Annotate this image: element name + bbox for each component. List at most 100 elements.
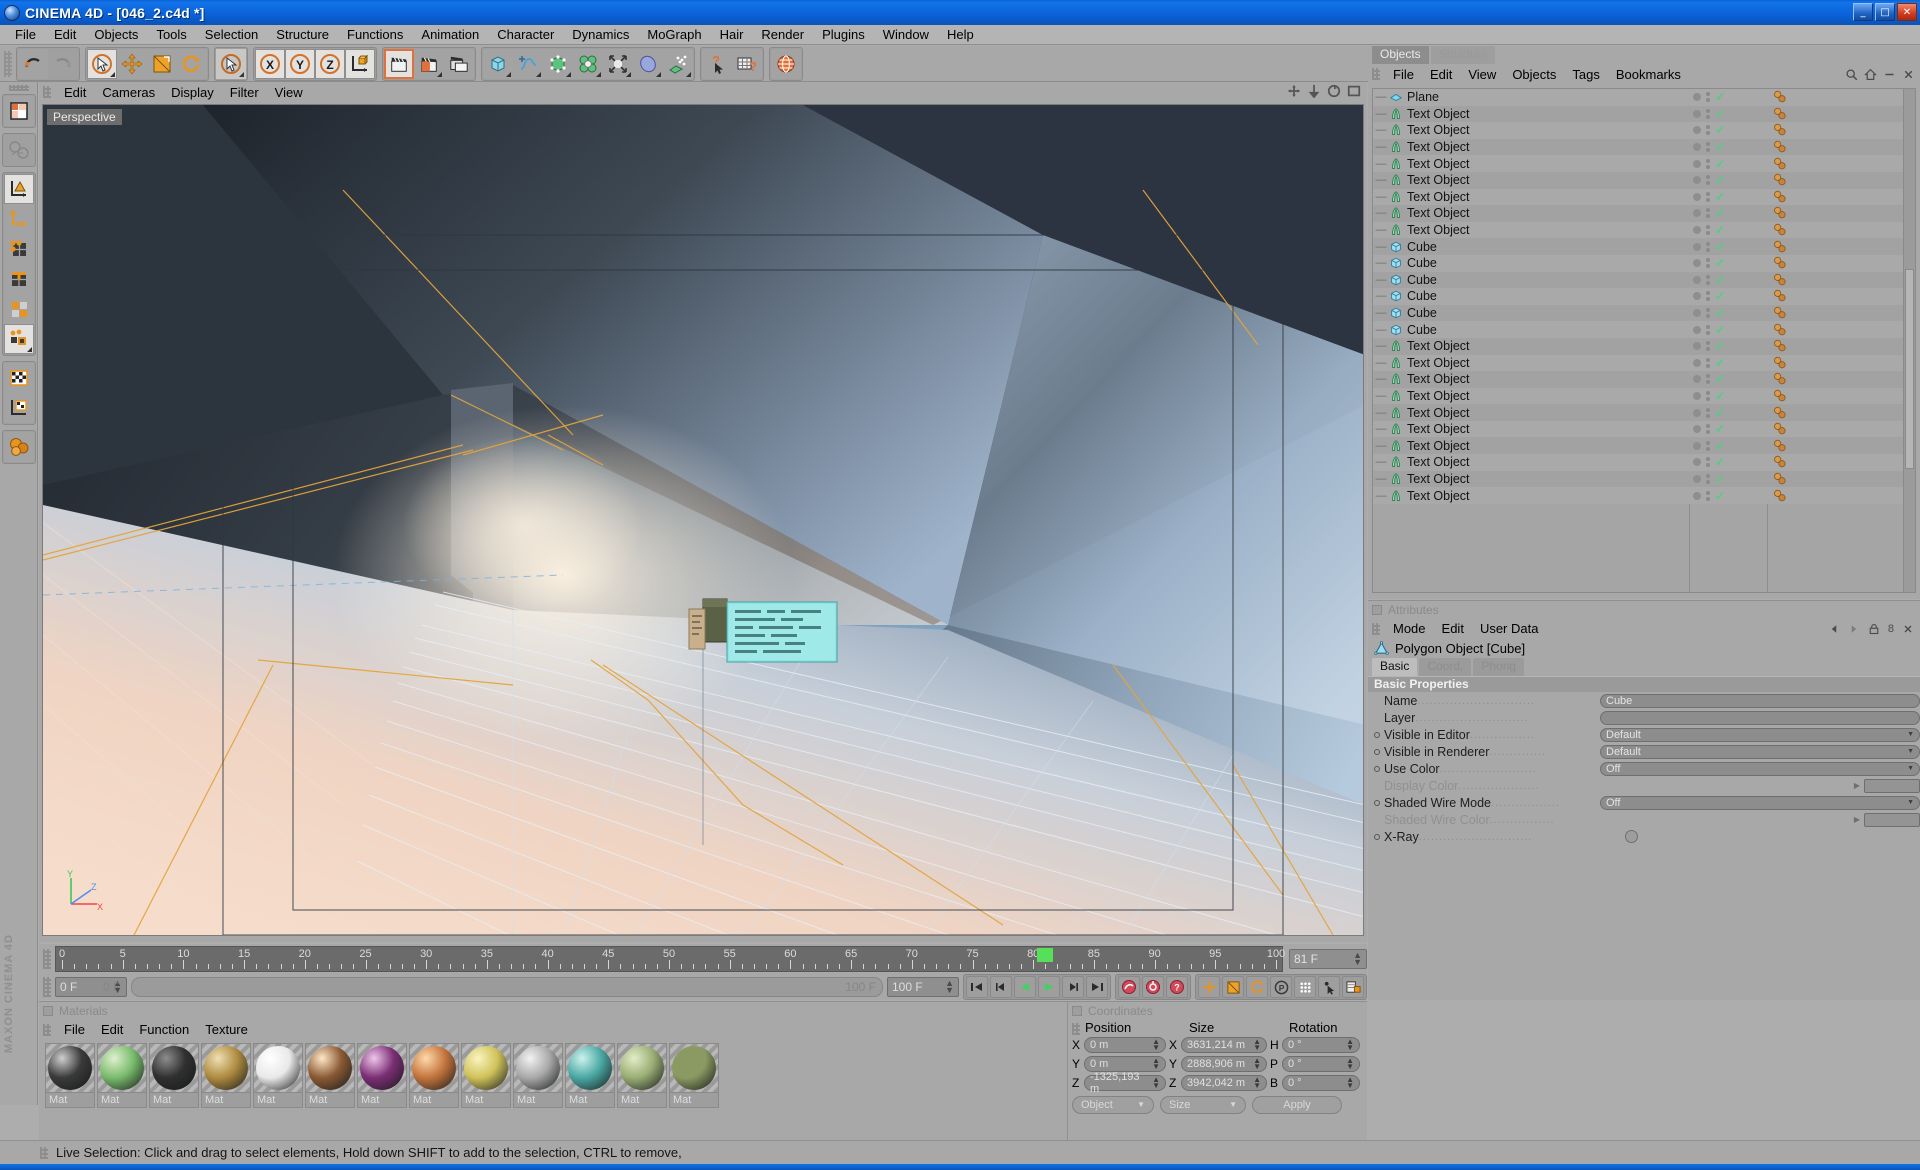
material-item[interactable]: Mat	[97, 1043, 147, 1108]
undo-button[interactable]	[18, 48, 48, 79]
table-row[interactable]: — Text Object ✓	[1373, 171, 1915, 189]
hypernurbs-button[interactable]	[543, 48, 573, 79]
object-tags[interactable]	[1771, 339, 1793, 353]
material-preview[interactable]	[149, 1043, 199, 1093]
material-item[interactable]: Mat	[513, 1043, 563, 1108]
table-row[interactable]: — Text Object ✓	[1373, 337, 1915, 355]
visibility-toggle-dots[interactable]	[1706, 308, 1710, 319]
object-tags[interactable]	[1771, 256, 1793, 270]
material-preview[interactable]	[253, 1043, 303, 1093]
objects-menu-tags[interactable]: Tags	[1564, 67, 1607, 82]
material-item[interactable]: Mat	[253, 1043, 303, 1108]
render-region-button[interactable]	[414, 48, 444, 79]
play-backward-button[interactable]	[1014, 976, 1036, 998]
visibility-toggle-dots[interactable]	[1706, 258, 1710, 269]
visibility-editor-dot[interactable]	[1693, 458, 1701, 467]
apply-button[interactable]: Apply	[1252, 1095, 1342, 1114]
visibility-toggle-dots[interactable]	[1706, 390, 1710, 401]
attributes-menu-edit[interactable]: Edit	[1434, 621, 1472, 636]
material-preview[interactable]	[513, 1043, 563, 1093]
prev-arrow-icon[interactable]	[1828, 623, 1840, 635]
visibility-toggle-dots[interactable]	[1706, 142, 1710, 153]
property-bullet-icon[interactable]	[1374, 799, 1380, 806]
object-tags[interactable]	[1771, 240, 1793, 254]
objects-tree[interactable]: — Plane ✓ — Text Object ✓ — Text Object ✓ — Text O…	[1372, 88, 1916, 593]
visibility-editor-dot[interactable]	[1693, 259, 1701, 268]
property-bullet-icon[interactable]	[1374, 748, 1380, 755]
enabled-check-icon[interactable]: ✓	[1715, 240, 1725, 254]
status-bar-grip[interactable]	[40, 1146, 48, 1159]
object-tags[interactable]	[1771, 472, 1793, 486]
visibility-toggle-dots[interactable]	[1706, 374, 1710, 385]
menu-item-render[interactable]: Render	[752, 26, 813, 43]
coordinates-panel-checkbox[interactable]	[1072, 1006, 1082, 1016]
materials-menu-function[interactable]: Function	[131, 1022, 197, 1037]
attributes-menu-grip[interactable]	[1372, 622, 1380, 635]
object-tags[interactable]	[1771, 123, 1793, 137]
visibility-editor-dot[interactable]	[1693, 441, 1701, 450]
table-row[interactable]: — Text Object ✓	[1373, 470, 1915, 488]
visibility-editor-dot[interactable]	[1693, 408, 1701, 417]
visibility-toggle-dots[interactable]	[1706, 490, 1710, 501]
enabled-check-icon[interactable]: ✓	[1715, 439, 1725, 453]
property-color-swatch[interactable]	[1864, 812, 1920, 827]
enabled-check-icon[interactable]: ✓	[1715, 339, 1725, 353]
visibility-toggle-dots[interactable]	[1706, 175, 1710, 186]
visibility-toggle-dots[interactable]	[1706, 108, 1710, 119]
visibility-editor-dot[interactable]	[1693, 209, 1701, 218]
help-cursor-button[interactable]: ?	[702, 48, 732, 79]
object-tags[interactable]	[1771, 389, 1793, 403]
menu-item-selection[interactable]: Selection	[196, 26, 267, 43]
property-field-use-color[interactable]: Off ▼	[1600, 761, 1920, 776]
visibility-toggle-dots[interactable]	[1706, 274, 1710, 285]
table-row[interactable]: — Text Object ✓	[1373, 105, 1915, 123]
enabled-check-icon[interactable]: ✓	[1715, 90, 1725, 104]
enabled-check-icon[interactable]: ✓	[1715, 323, 1725, 337]
materials-menu-texture[interactable]: Texture	[197, 1022, 256, 1037]
visibility-toggle-dots[interactable]	[1706, 241, 1710, 252]
attr-tab-basic[interactable]: Basic	[1372, 658, 1418, 676]
rotation-h-field[interactable]: 0 ° ▲ ▼	[1282, 1036, 1360, 1053]
visibility-toggle-dots[interactable]	[1706, 473, 1710, 484]
object-tags[interactable]	[1771, 439, 1793, 453]
table-row[interactable]: — Text Object ✓	[1373, 454, 1915, 471]
end-frame-spinner-icon[interactable]: ▲ ▼	[945, 979, 954, 995]
object-tags[interactable]	[1771, 273, 1793, 287]
menu-item-mograph[interactable]: MoGraph	[638, 26, 710, 43]
spheres-button[interactable]	[3, 432, 34, 462]
enabled-check-icon[interactable]: ✓	[1715, 489, 1725, 503]
position-x-spinner-icon[interactable]: ▲ ▼	[1149, 1037, 1160, 1051]
redo-button[interactable]	[48, 48, 78, 79]
visibility-editor-dot[interactable]	[1693, 226, 1701, 235]
viewport-menu-view[interactable]: View	[267, 85, 311, 100]
table-row[interactable]: — Cube ✓	[1373, 288, 1915, 305]
structure-help-button[interactable]: ?	[732, 48, 762, 79]
visibility-editor-dot[interactable]	[1693, 342, 1701, 351]
timeline-grip[interactable]	[43, 949, 51, 969]
visibility-toggle-dots[interactable]	[1706, 291, 1710, 302]
table-row[interactable]: — Text Object ✓	[1373, 138, 1915, 156]
maximize-button[interactable]: □	[1875, 3, 1895, 21]
object-tags[interactable]	[1771, 289, 1793, 303]
materials-panel-checkbox[interactable]	[43, 1006, 53, 1016]
object-tags[interactable]	[1771, 372, 1793, 386]
object-tags[interactable]	[1771, 90, 1793, 104]
visibility-editor-dot[interactable]	[1693, 159, 1701, 168]
visibility-editor-dot[interactable]	[1693, 242, 1701, 251]
expand-arrow-icon[interactable]: ▶	[1854, 815, 1860, 824]
material-item[interactable]: Mat	[565, 1043, 615, 1108]
material-preview[interactable]	[617, 1043, 667, 1093]
visibility-editor-dot[interactable]	[1693, 358, 1701, 367]
viewport-menu-cameras[interactable]: Cameras	[94, 85, 163, 100]
cube-primitive-button[interactable]	[483, 48, 513, 79]
position-z-field[interactable]: -1325,193 m ▲ ▼	[1084, 1071, 1166, 1095]
attributes-menu-mode[interactable]: Mode	[1385, 621, 1434, 636]
enabled-check-icon[interactable]: ✓	[1715, 356, 1725, 370]
object-tags[interactable]	[1771, 190, 1793, 204]
auto-keying-toggle[interactable]	[1318, 976, 1340, 998]
enabled-check-icon[interactable]: ✓	[1715, 190, 1725, 204]
expand-arrow-icon[interactable]: ▶	[1854, 781, 1860, 790]
visibility-toggle-dots[interactable]	[1706, 208, 1710, 219]
material-preview[interactable]	[97, 1043, 147, 1093]
object-tags[interactable]	[1771, 140, 1793, 154]
